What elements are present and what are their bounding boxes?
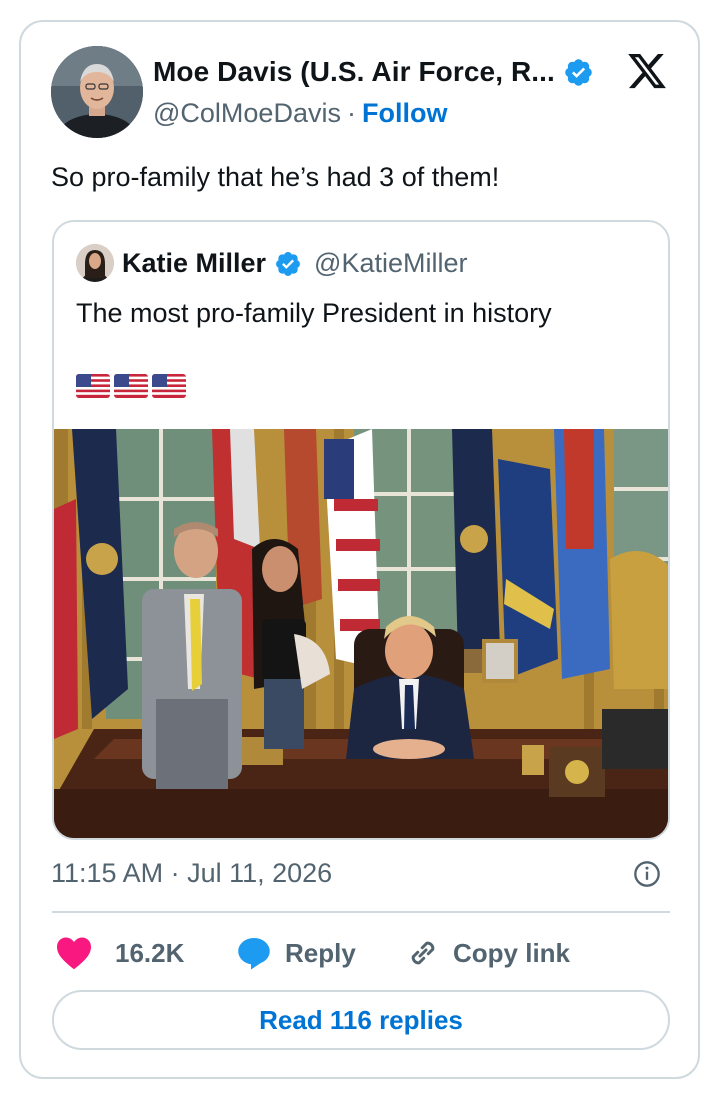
heart-icon: [57, 937, 91, 970]
like-button[interactable]: 16.2K: [55, 932, 184, 974]
info-icon[interactable]: [633, 860, 661, 888]
us-flag-icon: [152, 374, 186, 398]
verified-badge-icon: [276, 251, 301, 276]
reply-label: Reply: [285, 937, 356, 968]
quoted-name-row: Katie Miller @KatieMiller: [122, 248, 468, 279]
author-handle[interactable]: @ColMoeDavis: [153, 98, 341, 129]
flag-emoji-row: [76, 374, 186, 398]
us-flag-icon: [114, 374, 148, 398]
tweet-text: So pro-family that he’s had 3 of them!: [51, 162, 500, 192]
copy-link-label: Copy link: [453, 937, 571, 968]
author-handle-row: @ColMoeDavis · Follow: [153, 98, 447, 129]
read-replies-button[interactable]: Read 116 replies: [52, 990, 670, 1050]
reply-bubble-icon: [238, 938, 270, 970]
separator-dot: ·: [346, 98, 356, 128]
us-flag-icon: [76, 374, 110, 398]
quoted-author-avatar[interactable]: [76, 244, 114, 282]
author-display-name[interactable]: Moe Davis (U.S. Air Force, R...: [153, 56, 555, 88]
quoted-display-name[interactable]: Katie Miller: [122, 248, 266, 279]
follow-button[interactable]: Follow: [362, 98, 447, 129]
x-logo-icon[interactable]: [625, 50, 669, 92]
author-name-row: Moe Davis (U.S. Air Force, R...: [153, 56, 594, 88]
reply-button[interactable]: Reply: [235, 932, 356, 974]
like-count: 16.2K: [115, 937, 185, 968]
link-icon: [411, 941, 435, 965]
quoted-text: The most pro-family President in history: [76, 298, 552, 328]
author-avatar[interactable]: [51, 46, 143, 138]
tweet-card: Moe Davis (U.S. Air Force, R... @ColMoeD…: [19, 20, 700, 1079]
quoted-tweet[interactable]: Katie Miller @KatieMiller The most pro-f…: [52, 220, 670, 840]
action-bar: 16.2K Reply Copy link: [51, 932, 671, 974]
oval-office-photo[interactable]: [54, 429, 668, 838]
quoted-handle[interactable]: @KatieMiller: [314, 248, 467, 279]
divider: [52, 911, 670, 913]
verified-badge-icon: [565, 58, 592, 86]
tweet-timestamp[interactable]: 11:15 AM · Jul 11, 2026: [51, 858, 332, 889]
copy-link-button[interactable]: Copy link: [405, 932, 570, 974]
